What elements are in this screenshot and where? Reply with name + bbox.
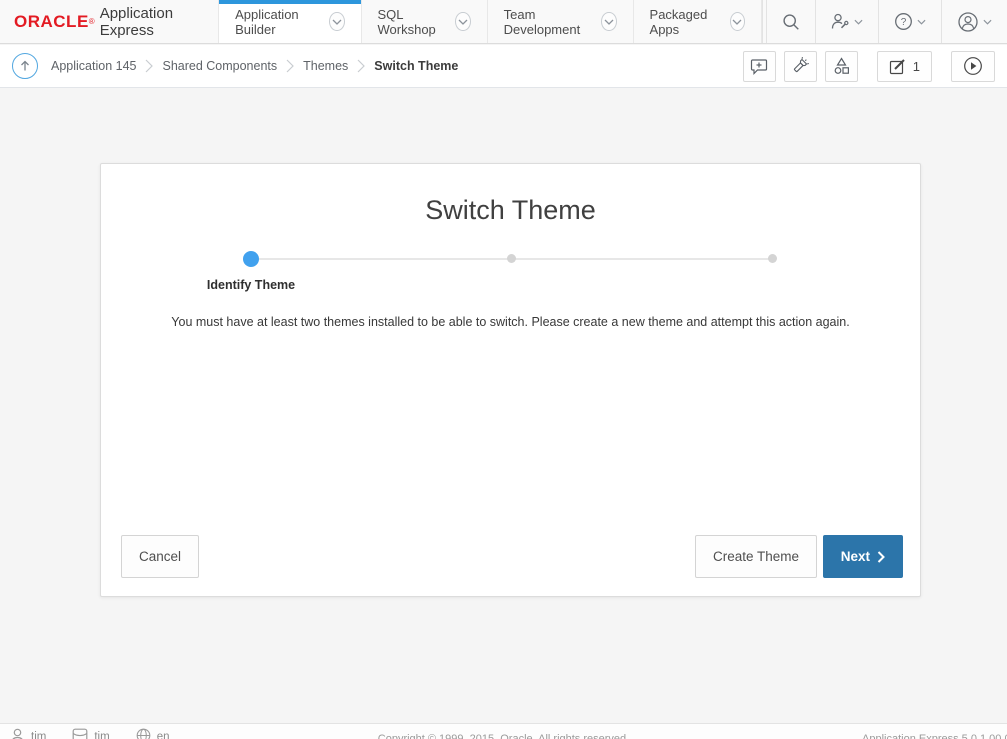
chevron-down-icon[interactable] (601, 12, 616, 31)
page-footer: tim tim en Copyright © 1999, 2015, Oracl… (0, 723, 1007, 739)
chevron-down-icon[interactable] (730, 12, 745, 31)
chevron-down-icon[interactable] (455, 12, 470, 31)
chevron-down-icon (854, 19, 863, 25)
wizard-step-1-dot (243, 251, 259, 267)
chevron-down-icon (917, 19, 926, 25)
switch-theme-wizard-card: Switch Theme Identify Theme You must hav… (100, 163, 921, 597)
product-name: Application Express (100, 5, 198, 39)
chevron-right-icon (145, 59, 153, 73)
breadcrumb-bar: Application 145 Shared Components Themes… (0, 45, 1007, 88)
next-button-label: Next (841, 549, 870, 564)
page-toolbar: 1 (735, 51, 995, 82)
edit-page-icon (889, 58, 906, 75)
svg-text:?: ? (901, 17, 907, 28)
tab-packaged-apps[interactable]: Packaged Apps (634, 0, 762, 43)
search-icon[interactable] (767, 0, 815, 43)
wizard-step-3-dot (768, 254, 777, 263)
play-icon (963, 56, 983, 76)
help-icon[interactable]: ? (879, 0, 941, 43)
version-text: Application Express 5.0.1.00.06 (862, 733, 1007, 739)
feedback-icon (750, 58, 768, 75)
wizard-message: You must have at least two themes instal… (101, 315, 920, 329)
top-navigation-bar: ORACLE® Application Express Application … (0, 0, 1007, 44)
edit-page-number: 1 (913, 59, 920, 74)
flashlight-icon (791, 57, 809, 75)
wizard-step-1-label: Identify Theme (161, 278, 341, 292)
edit-page-button[interactable]: 1 (877, 51, 932, 82)
feedback-button[interactable] (743, 51, 776, 82)
oracle-apex-logo: ORACLE® Application Express (0, 0, 218, 43)
tab-team-development[interactable]: Team Development (488, 0, 634, 43)
account-icon[interactable] (942, 0, 1007, 43)
chevron-right-icon (357, 59, 365, 73)
oracle-logo-text: ORACLE (14, 12, 89, 32)
breadcrumb-current-switch-theme: Switch Theme (374, 59, 458, 73)
breadcrumb-themes[interactable]: Themes (303, 59, 348, 73)
header-utility-icons: ? (762, 0, 1007, 43)
cancel-button[interactable]: Cancel (121, 535, 199, 578)
tab-label: Application Builder (235, 7, 320, 37)
chevron-right-icon (877, 551, 885, 563)
tab-application-builder[interactable]: Application Builder (218, 0, 361, 43)
registered-mark: ® (89, 17, 95, 27)
divider (762, 0, 763, 43)
tab-label: Packaged Apps (650, 7, 721, 37)
chevron-down-icon[interactable] (329, 12, 344, 31)
breadcrumb-application[interactable]: Application 145 (51, 59, 136, 73)
wizard-step-2-dot (507, 254, 516, 263)
spotlight-search-button[interactable] (784, 51, 817, 82)
tab-sql-workshop[interactable]: SQL Workshop (362, 0, 488, 43)
tab-label: SQL Workshop (378, 7, 447, 37)
next-button[interactable]: Next (823, 535, 903, 578)
page-title: Switch Theme (101, 195, 920, 226)
main-tabs: Application Builder SQL Workshop Team De… (218, 0, 762, 43)
create-theme-button[interactable]: Create Theme (695, 535, 817, 578)
shared-components-button[interactable] (825, 51, 858, 82)
shapes-icon (832, 57, 851, 75)
administration-icon[interactable] (816, 0, 878, 43)
chevron-right-icon (286, 59, 294, 73)
copyright-text: Copyright © 1999, 2015, Oracle. All righ… (0, 733, 1007, 739)
run-application-button[interactable] (951, 51, 995, 82)
up-arrow-icon[interactable] (12, 53, 38, 79)
breadcrumb-shared-components[interactable]: Shared Components (162, 59, 277, 73)
tab-label: Team Development (504, 7, 592, 37)
chevron-down-icon (983, 19, 992, 25)
